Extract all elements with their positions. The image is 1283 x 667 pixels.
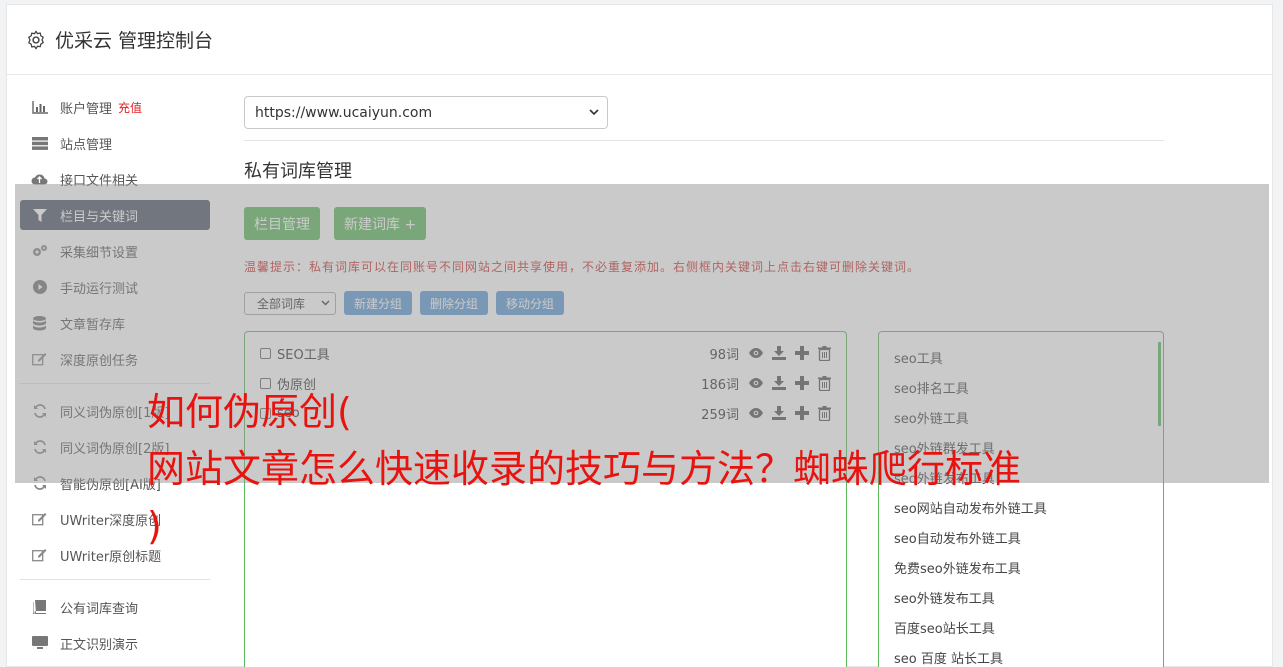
list-item[interactable]: seo外链发布工具	[879, 582, 1163, 612]
list-item[interactable]: 免费seo外链发布工具	[879, 552, 1163, 582]
page-title: 优采云 管理控制台	[55, 30, 214, 52]
section-title: 私有词库管理	[244, 161, 352, 182]
monitor-icon	[31, 636, 48, 650]
sidebar-item-label: UWriter深度原创	[60, 513, 162, 529]
sidebar-item-label: 站点管理	[60, 137, 113, 153]
edit-icon	[31, 512, 48, 526]
sidebar-item-label: 公有词库查询	[60, 601, 139, 617]
recharge-link[interactable]: 充值	[118, 99, 142, 116]
sidebar-item-account[interactable]: 账户管理 充值	[20, 92, 210, 122]
headline-line-1: 如何伪原创(	[147, 390, 352, 434]
chevron-down-icon	[589, 109, 599, 116]
sidebar-item-label: 正文识别演示	[60, 637, 139, 653]
sidebar-item-text-recognition[interactable]: 正文识别演示	[20, 628, 210, 658]
sidebar-divider	[20, 579, 210, 580]
headline-line-3: )	[147, 504, 162, 548]
bar-chart-icon	[31, 100, 48, 114]
sidebar-item-sites[interactable]: 站点管理	[20, 128, 210, 158]
gear-icon	[28, 30, 44, 49]
list-item[interactable]: 百度seo站长工具	[879, 612, 1163, 642]
site-select-value: https://www.ucaiyun.com	[255, 104, 433, 121]
book-icon	[31, 600, 48, 614]
top-bar: 优采云 管理控制台	[7, 5, 1272, 75]
site-select[interactable]: https://www.ucaiyun.com	[244, 96, 608, 129]
headline-line-2: 网站文章怎么快速收录的技巧与方法？蜘蛛爬行标准	[147, 447, 1022, 491]
edit-icon	[31, 548, 48, 562]
list-item[interactable]: seo 百度 站长工具	[879, 642, 1163, 667]
overlay-headline: 如何伪原创( 网站文章怎么快速收录的技巧与方法？蜘蛛爬行标准 )	[147, 384, 1021, 555]
sidebar-item-label: UWriter原创标题	[60, 549, 162, 565]
sidebar-item-label: 账户管理	[60, 101, 113, 117]
server-icon	[31, 136, 48, 150]
divider	[244, 140, 1164, 141]
sidebar-item-public-lib[interactable]: 公有词库查询	[20, 592, 210, 622]
